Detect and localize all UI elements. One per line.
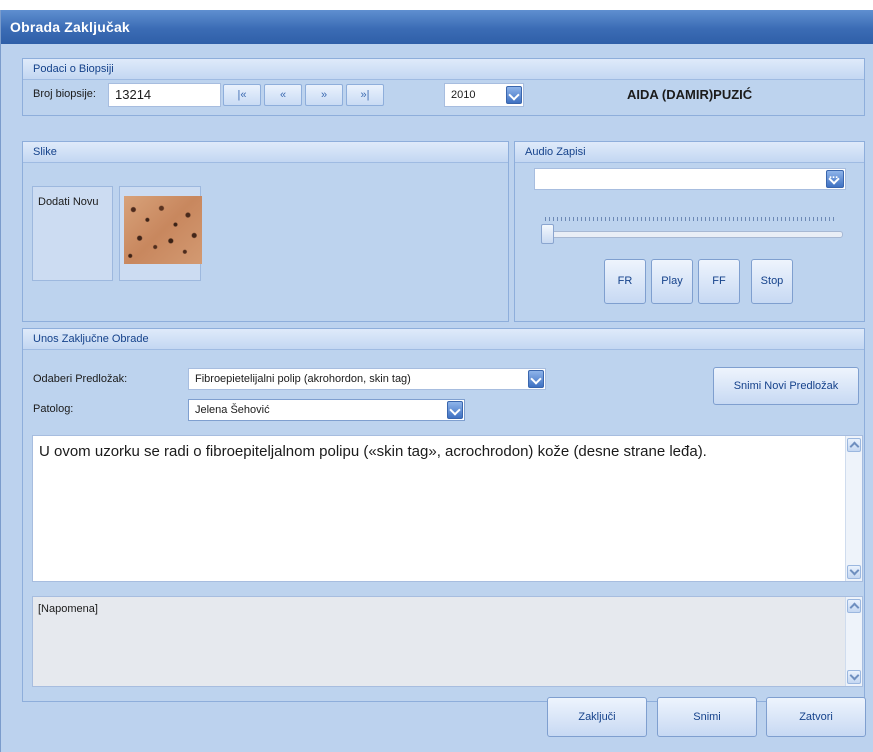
template-label: Odaberi Predložak: xyxy=(33,373,128,385)
scroll-down-icon[interactable] xyxy=(847,565,861,579)
chevron-down-icon[interactable] xyxy=(528,370,544,388)
scroll-up-icon[interactable] xyxy=(847,438,861,452)
window-title: Obrada Zaključak xyxy=(1,10,873,44)
save-new-template-button[interactable]: Snimi Novi Predložak xyxy=(713,367,859,405)
note-scrollbar[interactable] xyxy=(845,597,862,686)
template-select[interactable]: Fibroepietelijalni polip (akrohordon, sk… xyxy=(188,368,546,390)
audio-panel-header: Audio Zapisi xyxy=(515,142,864,163)
note-text: [Napomena] xyxy=(38,603,98,615)
images-panel: Slike Dodati Novu xyxy=(22,141,509,322)
add-new-image-tile[interactable]: Dodati Novu xyxy=(32,186,113,281)
note-textarea[interactable]: [Napomena] xyxy=(32,596,863,687)
template-value: Fibroepietelijalni polip (akrohordon, sk… xyxy=(195,373,411,385)
conclusion-scrollbar[interactable] xyxy=(845,436,862,581)
conclusion-text: U ovom uzorku se radi o fibroepiteljalno… xyxy=(39,443,707,460)
image-thumbnail-tile[interactable] xyxy=(119,186,202,281)
save-button[interactable]: Snimi xyxy=(657,697,757,737)
conclusion-panel: Unos Zaključne Obrade Odaberi Predložak:… xyxy=(22,328,865,702)
slider-track xyxy=(541,231,843,238)
slider-ticks xyxy=(545,217,835,221)
conclusion-panel-header: Unos Zaključne Obrade xyxy=(23,329,864,350)
add-new-image-label: Dodati Novu xyxy=(38,196,99,208)
conclude-button[interactable]: Zaključi xyxy=(547,697,647,737)
browse-button[interactable]: ... xyxy=(826,169,844,188)
biopsy-number-label: Broj biopsije: xyxy=(33,88,96,100)
audio-position-slider[interactable] xyxy=(539,214,843,244)
year-value: 2010 xyxy=(451,89,476,101)
play-button[interactable]: Play xyxy=(651,259,693,304)
audio-panel: Audio Zapisi ... FR Play FF Stop xyxy=(514,141,865,322)
pathologist-select[interactable]: Jelena Šehović xyxy=(188,399,465,421)
scroll-up-icon[interactable] xyxy=(847,599,861,613)
images-panel-header: Slike xyxy=(23,142,508,163)
histology-sample-image[interactable] xyxy=(124,196,202,264)
close-button[interactable]: Zatvori xyxy=(766,697,866,737)
patient-name: AIDA (DAMIR)PUZIĆ xyxy=(627,87,753,102)
nav-first-button[interactable]: |« xyxy=(223,84,261,106)
rewind-button[interactable]: FR xyxy=(604,259,646,304)
biopsy-panel-header: Podaci o Biopsiji xyxy=(23,59,864,80)
scroll-down-icon[interactable] xyxy=(847,670,861,684)
dialog-window: Obrada Zaključak Podaci o Biopsiji Broj … xyxy=(0,10,873,752)
chevron-down-icon[interactable] xyxy=(447,401,463,419)
stop-button[interactable]: Stop xyxy=(751,259,793,304)
fast-forward-button[interactable]: FF xyxy=(698,259,740,304)
nav-last-button[interactable]: »| xyxy=(346,84,384,106)
pathologist-value: Jelena Šehović xyxy=(195,404,270,416)
conclusion-textarea[interactable]: U ovom uzorku se radi o fibroepiteljalno… xyxy=(32,435,863,582)
biopsy-data-panel: Podaci o Biopsiji Broj biopsije: 13214 |… xyxy=(22,58,865,116)
biopsy-number-field[interactable]: 13214 xyxy=(108,83,221,107)
nav-next-button[interactable]: » xyxy=(305,84,343,106)
slider-thumb[interactable] xyxy=(541,224,554,244)
chevron-down-icon[interactable] xyxy=(506,86,522,104)
more-icon: ... xyxy=(829,169,839,181)
year-select[interactable]: 2010 xyxy=(444,83,524,107)
nav-prev-button[interactable]: « xyxy=(264,84,302,106)
pathologist-label: Patolog: xyxy=(33,403,74,415)
audio-file-field[interactable]: ... xyxy=(534,168,846,190)
